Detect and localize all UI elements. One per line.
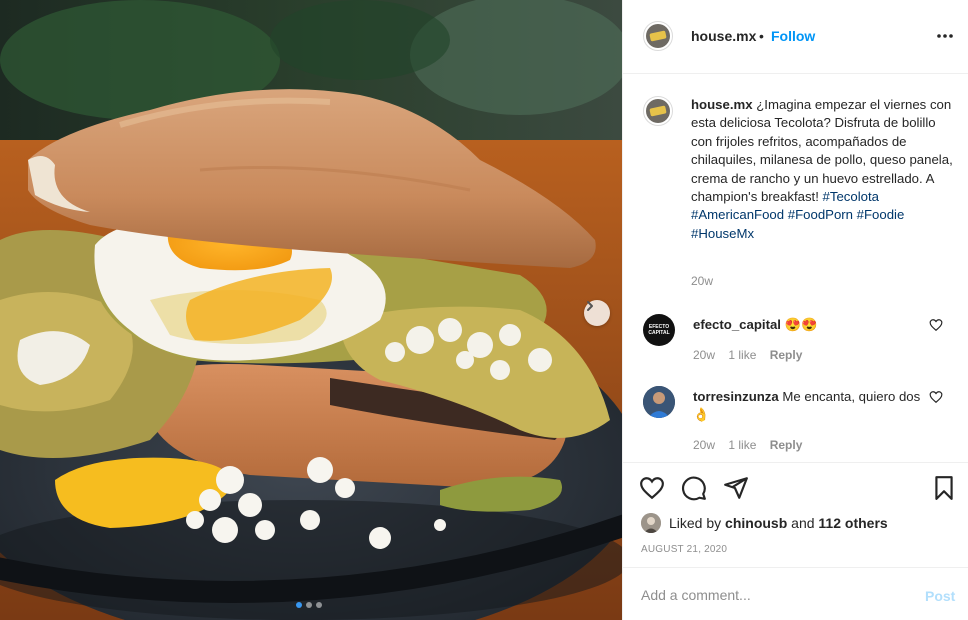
comment-meta: 20w 1 like Reply	[693, 438, 812, 452]
caption-username[interactable]: house.mx	[691, 97, 753, 112]
carousel-indicator	[296, 602, 322, 608]
comment-username[interactable]: efecto_capital	[693, 317, 781, 332]
comment-meta: 20w 1 like Reply	[693, 348, 812, 362]
comment-body: 😍😍	[784, 317, 818, 332]
comment-time: 20w	[693, 438, 716, 452]
comment-icon[interactable]	[681, 475, 707, 501]
comment-likes[interactable]: 1 like	[728, 438, 756, 452]
carousel-dot	[316, 602, 322, 608]
bookmark-icon[interactable]	[931, 475, 957, 501]
carousel-next-button[interactable]	[584, 300, 610, 326]
avatar[interactable]: EFECTO CAPITAL	[643, 314, 675, 346]
post-photo[interactable]	[0, 0, 622, 620]
post-comment-button[interactable]: Post	[925, 588, 955, 604]
post-actions: Liked by chinousb and 112 others August …	[623, 462, 968, 620]
heart-icon[interactable]	[929, 318, 943, 332]
house-logo-icon	[649, 30, 667, 42]
account-username[interactable]: house.mx	[691, 28, 756, 44]
likes-others[interactable]: 112 others	[818, 515, 887, 531]
post-details-panel: house.mx • Follow house.mx ¿Imagina empe…	[622, 0, 968, 620]
comment-likes[interactable]: 1 like	[728, 348, 756, 362]
carousel-dot	[306, 602, 312, 608]
house-logo-icon	[649, 105, 667, 117]
comment-input[interactable]	[641, 584, 901, 606]
user-photo-icon	[643, 386, 675, 418]
reply-button[interactable]: Reply	[770, 348, 803, 362]
follow-button[interactable]: Follow	[771, 28, 815, 44]
likes-prefix: Liked by	[669, 515, 722, 531]
carousel-dot-active	[296, 602, 302, 608]
chevron-right-icon	[587, 301, 593, 311]
avatar[interactable]	[643, 21, 673, 51]
follow-separator: •	[759, 28, 764, 44]
liker-username[interactable]: chinousb	[725, 515, 787, 531]
reply-button[interactable]: Reply	[770, 438, 803, 452]
avatar[interactable]	[641, 513, 661, 533]
share-icon[interactable]	[723, 475, 749, 501]
add-comment-bar: Post	[623, 567, 968, 620]
comment-text: torresinzunza Me encanta, quiero dos 👌	[693, 388, 923, 425]
heart-icon[interactable]	[639, 475, 665, 501]
comment-time: 20w	[693, 348, 716, 362]
post-header: house.mx • Follow	[623, 0, 968, 74]
avatar-text: EFECTO CAPITAL	[648, 324, 670, 336]
post-date: August 21, 2020	[641, 544, 728, 555]
caption-body: ¿Imagina empezar el viernes con esta del…	[691, 97, 953, 205]
heart-icon[interactable]	[929, 390, 943, 404]
comment-username[interactable]: torresinzunza	[693, 389, 779, 404]
user-photo-icon	[641, 513, 661, 533]
avatar[interactable]	[643, 96, 673, 126]
tecolota-sandwich-image	[0, 0, 622, 620]
more-options-icon[interactable]	[935, 26, 955, 46]
caption-text: house.mx ¿Imagina empezar el viernes con…	[691, 96, 953, 243]
likes-summary: Liked by chinousb and 112 others	[641, 513, 888, 533]
avatar[interactable]	[643, 386, 675, 418]
caption-time: 20w	[691, 274, 714, 288]
likes-conjunction: and	[791, 515, 815, 531]
comment-text: efecto_capital 😍😍	[693, 316, 923, 334]
